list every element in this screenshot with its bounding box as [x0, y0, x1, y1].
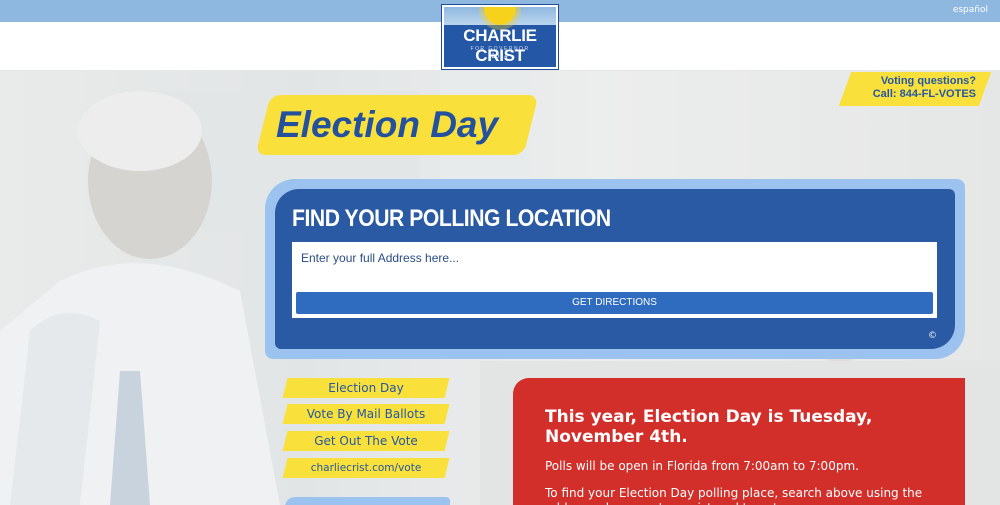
voting-help-line1: Voting questions?: [880, 75, 976, 87]
nav-item-election-day[interactable]: Election Day: [285, 378, 447, 398]
copyright-icon: ©: [928, 331, 937, 341]
polling-title: FIND YOUR POLLING LOCATION: [292, 205, 611, 232]
polling-hours-text: Polls will be open in Florida from 7:00a…: [545, 459, 859, 473]
logo-badge: CHARLIE CRIST FOR GOVERNOR 2014: [444, 7, 556, 67]
logo-subtitle: FOR GOVERNOR: [470, 46, 530, 52]
logo-year: 2014: [491, 54, 509, 60]
voting-help-text[interactable]: Voting questions? Call: 844-FL-VOTES: [852, 75, 976, 101]
voting-help-phone[interactable]: Call: 844-FL-VOTES: [852, 88, 976, 101]
get-directions-button[interactable]: GET DIRECTIONS: [296, 292, 933, 314]
address-input[interactable]: [301, 248, 931, 268]
polling-place-instructions: To find your Election Day polling place,…: [545, 486, 923, 505]
nav-item-vote-by-mail[interactable]: Vote By Mail Ballots: [285, 404, 447, 424]
nav-item-get-out-the-vote[interactable]: Get Out The Vote: [285, 431, 447, 451]
campaign-logo[interactable]: CHARLIE CRIST FOR GOVERNOR 2014: [441, 4, 559, 70]
candidate-photo: [0, 91, 280, 505]
language-switch-link[interactable]: español: [953, 5, 988, 15]
nav-item-vote-url[interactable]: charliecrist.com/vote: [285, 458, 447, 478]
election-date-heading: This year, Election Day is Tuesday, Nove…: [545, 407, 873, 447]
nav-bottom-panel: [285, 497, 450, 505]
page-title: Election Day: [276, 104, 499, 145]
